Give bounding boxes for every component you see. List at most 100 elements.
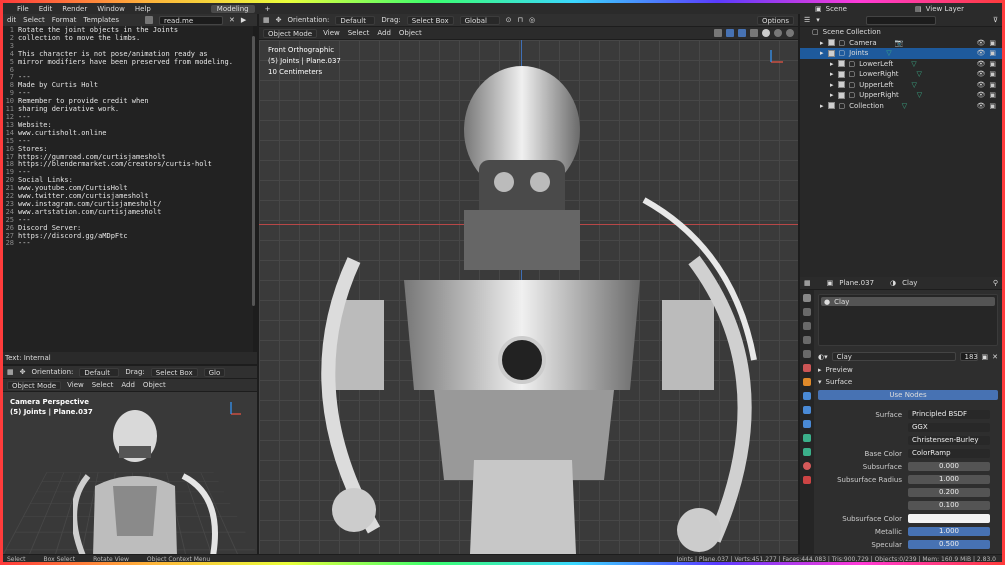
viewport-menu-view[interactable]: View <box>323 29 340 37</box>
view-layer-selector[interactable]: View Layer <box>926 5 964 13</box>
view-layer-tab-icon[interactable] <box>803 336 811 344</box>
run-script-icon[interactable]: ▶ <box>241 16 246 24</box>
pivot-icon[interactable]: ⊙ <box>506 16 512 24</box>
outliner-item-lowerright[interactable]: ▸ ▢ LowerRight ▽ 👁 ▣ <box>800 69 1002 80</box>
proportional-icon[interactable]: ◎ <box>529 16 535 24</box>
material-browse-icon[interactable]: ◐▾ <box>818 353 828 361</box>
filter-icon[interactable]: ▾ <box>816 16 820 24</box>
eye-icon[interactable]: 👁 <box>976 81 985 89</box>
drag-dropdown[interactable]: Select Box <box>406 15 454 25</box>
text-menu-dit[interactable]: dit <box>7 16 16 24</box>
render-camera-icon[interactable]: ▣ <box>989 60 996 68</box>
workspace-tab-modeling[interactable]: Modeling <box>210 5 255 13</box>
property-value-field[interactable]: ColorRamp <box>908 449 990 458</box>
property-value-field[interactable]: Principled BSDF <box>908 410 990 419</box>
orientation-dropdown[interactable]: Default <box>335 15 376 25</box>
editor-type-icon[interactable]: ☰ <box>804 16 810 24</box>
render-camera-icon[interactable]: ▣ <box>989 49 996 57</box>
property-value-field[interactable]: 1.000 <box>908 475 990 484</box>
material-name-field[interactable]: Clay <box>831 352 956 361</box>
eye-icon[interactable]: 👁 <box>976 91 985 99</box>
eye-icon[interactable]: 👁 <box>976 70 985 78</box>
render-camera-icon[interactable]: ▣ <box>989 81 996 89</box>
render-camera-icon[interactable]: ▣ <box>989 91 996 99</box>
expand-icon[interactable]: ▸ <box>820 49 824 57</box>
axis-gizmo[interactable] <box>765 46 789 68</box>
scene-selector[interactable]: Scene <box>826 5 847 13</box>
exclude-checkbox[interactable] <box>827 39 835 47</box>
editor-type-icon[interactable]: ▦ <box>263 16 270 24</box>
editor-type-icon[interactable]: ▦ <box>804 279 811 287</box>
eye-icon[interactable]: 👁 <box>976 60 985 68</box>
world-tab-icon[interactable] <box>803 364 811 372</box>
modifier-tab-icon[interactable] <box>803 392 811 400</box>
shading-rendered-icon[interactable] <box>786 29 794 37</box>
property-value-field[interactable]: 1.000 <box>908 527 990 536</box>
exclude-checkbox[interactable] <box>827 102 835 110</box>
viewport-menu-add[interactable]: Add <box>377 29 391 37</box>
physics-tab-icon[interactable] <box>803 420 811 428</box>
viewport-menu-select[interactable]: Select <box>348 29 370 37</box>
outliner-item-upperright[interactable]: ▸ ▢ UpperRight ▽ 👁 ▣ <box>800 90 1002 101</box>
viewport-menu-view[interactable]: View <box>67 381 84 389</box>
axis-gizmo[interactable] <box>225 398 247 420</box>
menu-window[interactable]: Window <box>97 5 125 13</box>
filter-funnel-icon[interactable]: ⊽ <box>993 16 998 24</box>
property-value-field[interactable]: 0.200 <box>908 488 990 497</box>
scene-tab-icon[interactable] <box>803 350 811 358</box>
viewport-menu-add[interactable]: Add <box>121 381 135 389</box>
close-icon[interactable]: ✕ <box>229 16 235 24</box>
shading-material-icon[interactable] <box>774 29 782 37</box>
menu-help[interactable]: Help <box>135 5 151 13</box>
surface-panel-header[interactable]: ▾ Surface <box>818 378 998 386</box>
expand-icon[interactable]: ▸ <box>830 81 834 89</box>
data-tab-icon[interactable] <box>803 448 811 456</box>
text-menu-templates[interactable]: Templates <box>83 16 119 24</box>
property-value-field[interactable]: 0.500 <box>908 540 990 549</box>
text-menu-format[interactable]: Format <box>52 16 77 24</box>
outliner-item-upperleft[interactable]: ▸ ▢ UpperLeft ▽ 👁 ▣ <box>800 80 1002 91</box>
text-scrollbar[interactable] <box>252 36 255 306</box>
property-value-field[interactable]: Christensen-Burley <box>908 436 990 445</box>
main-viewport[interactable]: Front Orthographic (5) Joints | Plane.03… <box>259 40 798 554</box>
menu-edit[interactable]: Edit <box>39 5 53 13</box>
outliner-item-camera[interactable]: ▸ ▢ Camera 📷 👁 ▣ <box>800 38 1002 49</box>
eye-icon[interactable]: 👁 <box>976 39 985 47</box>
text-datablock-icon[interactable] <box>145 16 154 24</box>
viewport-menu-object[interactable]: Object <box>399 29 422 37</box>
expand-icon[interactable]: ▸ <box>820 102 824 110</box>
camera-viewport[interactable]: Camera Perspective (5) Joints | Plane.03… <box>3 392 257 554</box>
fake-user-icon[interactable]: ▣ <box>982 353 989 361</box>
texture-tab-icon[interactable] <box>803 476 811 484</box>
text-editor-body[interactable]: 1 Rotate the joint objects in the Joints 2… <box>3 26 253 352</box>
property-value-field[interactable]: GGX <box>908 423 990 432</box>
transform-gizmo-icon[interactable]: ✥ <box>276 16 282 24</box>
mode-dropdown[interactable]: Object Mode <box>263 28 318 38</box>
exclude-checkbox[interactable] <box>837 70 845 78</box>
visibility-icon[interactable] <box>714 29 722 37</box>
particles-tab-icon[interactable] <box>803 406 811 414</box>
pin-icon[interactable]: ⚲ <box>993 279 998 287</box>
property-value-field[interactable] <box>908 514 990 523</box>
expand-icon[interactable]: ▸ <box>830 91 834 99</box>
add-workspace-button[interactable]: + <box>265 5 271 13</box>
exclude-checkbox[interactable] <box>827 49 835 57</box>
unlink-icon[interactable]: ✕ <box>992 353 998 361</box>
exclude-checkbox[interactable] <box>837 60 845 68</box>
xray-icon[interactable] <box>750 29 758 37</box>
gizmo-toggle-icon[interactable] <box>726 29 734 37</box>
mode-dropdown[interactable]: Object Mode <box>7 380 62 390</box>
constraints-tab-icon[interactable] <box>803 434 811 442</box>
editor-type-icon[interactable]: ▦ <box>7 368 14 376</box>
property-value-field[interactable]: 0.100 <box>908 501 990 510</box>
outliner-item-lowerleft[interactable]: ▸ ▢ LowerLeft ▽ 👁 ▣ <box>800 59 1002 70</box>
text-menu-select[interactable]: Select <box>23 16 45 24</box>
render-camera-icon[interactable]: ▣ <box>989 39 996 47</box>
overlay-toggle-icon[interactable] <box>738 29 746 37</box>
expand-icon[interactable]: ▸ <box>830 70 834 78</box>
render-camera-icon[interactable]: ▣ <box>989 102 996 110</box>
eye-icon[interactable]: 👁 <box>976 49 985 57</box>
exclude-checkbox[interactable] <box>837 81 845 89</box>
orientation-dropdown[interactable]: Default <box>79 367 120 377</box>
material-users-count[interactable]: 183 <box>959 352 978 361</box>
